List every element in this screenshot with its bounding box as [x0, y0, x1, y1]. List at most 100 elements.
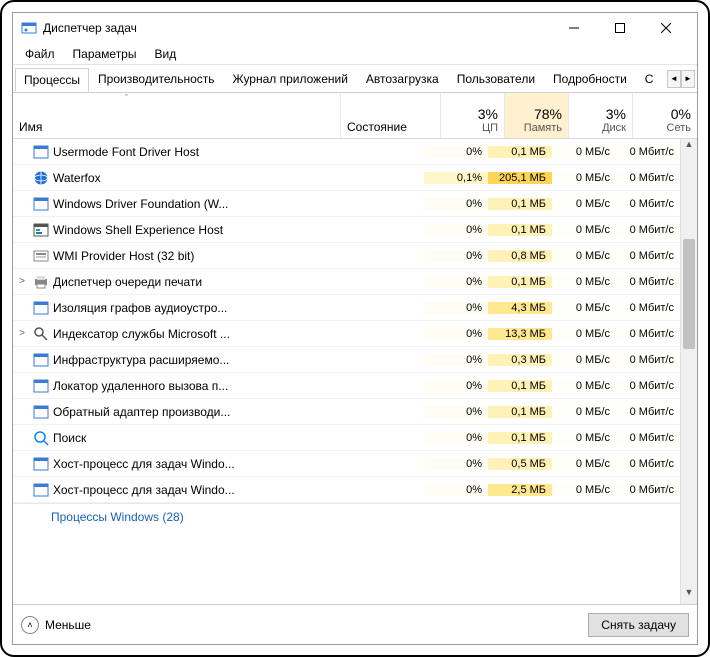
scroll-down-icon[interactable]: ▼: [681, 587, 697, 604]
tab-processes[interactable]: Процессы: [15, 68, 89, 92]
menu-file[interactable]: Файл: [17, 45, 63, 63]
minimize-button[interactable]: [551, 13, 597, 43]
task-manager-window: Диспетчер задач Файл Параметры Вид Проце…: [12, 12, 698, 645]
sort-indicator-icon: ˆ: [125, 93, 128, 103]
footer: ˄ Меньше Снять задачу: [13, 604, 697, 644]
vertical-scrollbar[interactable]: ▲ ▼: [680, 139, 697, 604]
cpu-cell: 0%: [424, 406, 488, 418]
process-icon: [31, 378, 51, 394]
column-disk[interactable]: 3% Диск: [569, 93, 633, 138]
fewer-details-button[interactable]: ˄ Меньше: [21, 616, 91, 634]
process-name: WMI Provider Host (32 bit): [51, 249, 324, 263]
table-row[interactable]: Обратный адаптер производи... 0%0,1 МБ 0 М…: [13, 399, 680, 425]
column-name[interactable]: Имя: [13, 93, 341, 138]
table-row[interactable]: Изоляция графов аудиоустро...0%4,3 МБ0 М…: [13, 295, 680, 321]
network-cell: 0 Мбит/с: [616, 302, 680, 314]
process-icon: [31, 352, 51, 368]
cpu-cell: 0,1%: [424, 172, 488, 184]
memory-cell: 0,1 МБ: [488, 146, 552, 158]
table-row[interactable]: Поиск0%0,1 МБ0 МБ/с0 Мбит/с: [13, 425, 680, 451]
tab-services-truncated[interactable]: С: [636, 67, 663, 91]
memory-cell: 0,3 МБ: [488, 354, 552, 366]
process-icon: [31, 326, 51, 342]
tab-scroll-left[interactable]: ◄: [667, 70, 681, 88]
network-cell: 0 Мбит/с: [616, 172, 680, 184]
memory-cell: 0,1 МБ: [488, 276, 552, 288]
table-row[interactable]: Waterfox0,1%205,1 МБ0 МБ/с0 Мбит/с: [13, 165, 680, 191]
column-cpu[interactable]: 3% ЦП: [441, 93, 505, 138]
section-header[interactable]: Процессы Windows (28): [13, 503, 680, 529]
memory-cell: 0,1 МБ: [488, 432, 552, 444]
expand-toggle[interactable]: >: [13, 328, 31, 339]
table-row[interactable]: Инфраструктура расширяемо...0%0,3 МБ0 МБ…: [13, 347, 680, 373]
process-name: Хост-процесс для задач Windo...: [51, 457, 324, 471]
network-cell: 0 Мбит/с: [616, 224, 680, 236]
cpu-cell: 0%: [424, 432, 488, 444]
disk-cell: 0 МБ/с: [552, 250, 616, 262]
tab-scroll-right[interactable]: ►: [681, 70, 695, 88]
process-name: Индексатор службы Microsoft ...: [51, 327, 324, 341]
table-row[interactable]: Хост-процесс для задач Windo... 0%0,5 МБ 0…: [13, 451, 680, 477]
menu-view[interactable]: Вид: [146, 45, 184, 63]
cpu-cell: 0%: [424, 354, 488, 366]
scrollbar-thumb[interactable]: [683, 239, 695, 349]
network-cell: 0 Мбит/с: [616, 354, 680, 366]
column-header: ˆ Имя Состояние 3% ЦП 78% Память 3% Дис: [13, 93, 697, 139]
memory-cell: 0,1 МБ: [488, 380, 552, 392]
column-memory[interactable]: 78% Память: [505, 93, 569, 138]
table-row[interactable]: Windows Driver Foundation (W...0%0,1 МБ0…: [13, 191, 680, 217]
column-state[interactable]: Состояние: [341, 93, 441, 138]
table-row[interactable]: >Диспетчер очереди печати0%0,1 МБ0 МБ/с0…: [13, 269, 680, 295]
tab-users[interactable]: Пользователи: [448, 67, 544, 91]
table-row[interactable]: Windows Shell Experience Host0%0,1 МБ0 М…: [13, 217, 680, 243]
end-task-button[interactable]: Снять задачу: [588, 613, 689, 637]
scroll-up-icon[interactable]: ▲: [681, 139, 697, 156]
cpu-cell: 0%: [424, 198, 488, 210]
cpu-cell: 0%: [424, 380, 488, 392]
process-name: Диспетчер очереди печати: [51, 275, 324, 289]
disk-cell: 0 МБ/с: [552, 224, 616, 236]
network-cell: 0 Мбит/с: [616, 458, 680, 470]
process-name: Обратный адаптер производи...: [51, 405, 324, 419]
network-cell: 0 Мбит/с: [616, 328, 680, 340]
app-icon: [21, 20, 37, 36]
close-button[interactable]: [643, 13, 689, 43]
table-row[interactable]: Usermode Font Driver Host0%0,1 МБ0 МБ/с0…: [13, 139, 680, 165]
network-cell: 0 Мбит/с: [616, 484, 680, 496]
process-icon: [31, 430, 51, 446]
table-row[interactable]: Локатор удаленного вызова п...0%0,1 МБ0 …: [13, 373, 680, 399]
memory-cell: 2,5 МБ: [488, 484, 552, 496]
tab-startup[interactable]: Автозагрузка: [357, 67, 448, 91]
memory-cell: 0,8 МБ: [488, 250, 552, 262]
disk-cell: 0 МБ/с: [552, 354, 616, 366]
memory-cell: 0,1 МБ: [488, 406, 552, 418]
process-icon: [31, 274, 51, 290]
tab-details[interactable]: Подробности: [544, 67, 636, 91]
column-network[interactable]: 0% Сеть: [633, 93, 697, 138]
table-row[interactable]: Хост-процесс для задач Windo...0%2,5 МБ0…: [13, 477, 680, 503]
network-cell: 0 Мбит/с: [616, 406, 680, 418]
process-name: Локатор удаленного вызова п...: [51, 379, 324, 393]
process-icon: [31, 196, 51, 212]
table-row[interactable]: >Индексатор службы Microsoft ...0%13,3 М…: [13, 321, 680, 347]
network-cell: 0 Мбит/с: [616, 276, 680, 288]
disk-cell: 0 МБ/с: [552, 484, 616, 496]
menu-options[interactable]: Параметры: [65, 45, 145, 63]
process-list: Usermode Font Driver Host0%0,1 МБ0 МБ/с0…: [13, 139, 697, 604]
chevron-up-icon: ˄: [21, 616, 39, 634]
expand-toggle[interactable]: >: [13, 276, 31, 287]
cpu-cell: 0%: [424, 458, 488, 470]
maximize-button[interactable]: [597, 13, 643, 43]
process-icon: [31, 482, 51, 498]
process-icon: [31, 456, 51, 472]
process-icon: [31, 404, 51, 420]
tab-performance[interactable]: Производительность: [89, 67, 223, 91]
process-icon: [31, 222, 51, 238]
process-name: Хост-процесс для задач Windo...: [51, 483, 324, 497]
process-name: Изоляция графов аудиоустро...: [51, 301, 324, 315]
table-row[interactable]: WMI Provider Host (32 bit)0%0,8 МБ0 МБ/с…: [13, 243, 680, 269]
memory-cell: 0,1 МБ: [488, 198, 552, 210]
memory-cell: 0,5 МБ: [488, 458, 552, 470]
tab-app-history[interactable]: Журнал приложений: [224, 67, 357, 91]
disk-cell: 0 МБ/с: [552, 432, 616, 444]
